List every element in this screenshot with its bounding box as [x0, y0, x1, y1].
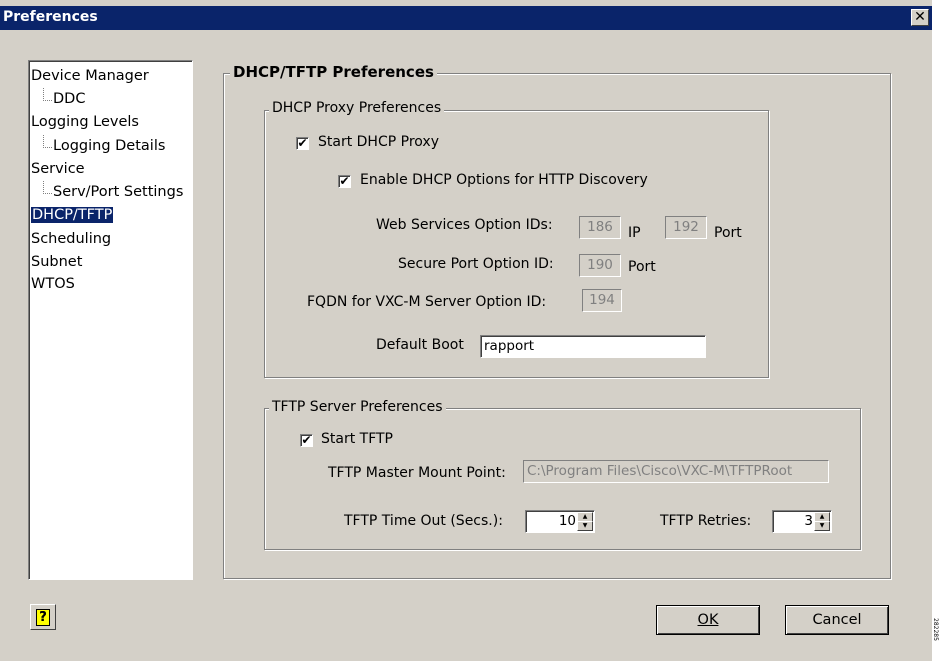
enable-dhcp-options-checkbox[interactable]: ✔ — [338, 175, 351, 188]
ok-button[interactable]: OK — [656, 605, 760, 635]
start-tftp-label: Start TFTP — [321, 431, 394, 447]
port-label: Port — [714, 225, 742, 241]
ok-label: OK — [697, 612, 719, 628]
tree-item-logging-details[interactable]: Logging Details — [31, 135, 165, 157]
figure-id-code: 282285 — [933, 618, 939, 641]
tree-connector — [43, 88, 52, 101]
close-button[interactable]: ✕ — [911, 9, 929, 26]
tree-item-device-manager[interactable]: Device Manager — [31, 65, 149, 87]
preferences-tree[interactable]: Device Manager DDC Logging Levels Loggin… — [28, 60, 193, 580]
fqdn-option-id-label: FQDN for VXC-M Server Option ID: — [307, 294, 547, 310]
tftp-timeout-label: TFTP Time Out (Secs.): — [344, 513, 503, 529]
tree-item-subnet[interactable]: Subnet — [31, 251, 82, 273]
cancel-label: Cancel — [812, 612, 862, 628]
web-services-port-input[interactable]: 192 — [665, 216, 707, 239]
tree-item-serv-port-settings[interactable]: Serv/Port Settings — [31, 181, 183, 203]
start-dhcp-proxy-label: Start DHCP Proxy — [318, 134, 439, 150]
tree-item-scheduling[interactable]: Scheduling — [31, 228, 111, 250]
default-boot-input[interactable]: rapport — [480, 335, 706, 358]
tftp-timeout-spinner[interactable]: 10 ▲ ▼ — [525, 510, 595, 533]
tree-connector — [43, 181, 52, 194]
tftp-retries-label: TFTP Retries: — [660, 513, 752, 529]
window-title: Preferences — [3, 9, 98, 25]
default-boot-label: Default Boot — [376, 337, 464, 353]
tree-item-service[interactable]: Service — [31, 158, 85, 180]
web-services-ip-input[interactable]: 186 — [579, 216, 621, 239]
enable-dhcp-options-label: Enable DHCP Options for HTTP Discovery — [360, 172, 648, 188]
ip-label: IP — [628, 225, 641, 241]
tftp-server-group-title: TFTP Server Preferences — [269, 399, 446, 415]
spin-down-button[interactable]: ▼ — [814, 521, 830, 531]
start-dhcp-proxy-checkbox[interactable]: ✔ — [296, 137, 309, 150]
help-icon: ? — [36, 609, 50, 626]
tree-connector — [43, 135, 52, 148]
tftp-timeout-value: 10 — [558, 513, 576, 529]
tftp-retries-value: 3 — [804, 513, 813, 529]
start-tftp-checkbox[interactable]: ✔ — [300, 434, 313, 447]
tree-item-wtos[interactable]: WTOS — [31, 273, 75, 295]
secure-port-option-id-input[interactable]: 190 — [579, 254, 621, 277]
title-bar[interactable]: Preferences ✕ — [0, 6, 932, 30]
tftp-mount-point-input[interactable]: C:\Program Files\Cisco\VXC-M\TFTPRoot — [523, 460, 829, 483]
tree-item-logging-levels[interactable]: Logging Levels — [31, 111, 139, 133]
tree-item-dhcp-tftp[interactable]: DHCP/TFTP — [31, 204, 114, 226]
spin-down-button[interactable]: ▼ — [577, 521, 593, 531]
preferences-window: Preferences ✕ Device Manager DDC Logging… — [0, 0, 932, 661]
web-services-option-ids-label: Web Services Option IDs: — [376, 217, 553, 233]
panel-title: DHCP/TFTP Preferences — [230, 63, 437, 81]
tree-item-ddc[interactable]: DDC — [31, 88, 85, 110]
tftp-mount-point-label: TFTP Master Mount Point: — [328, 465, 506, 481]
secure-port-option-id-label: Secure Port Option ID: — [398, 256, 554, 272]
help-button[interactable]: ? — [30, 604, 56, 630]
tftp-retries-spinner[interactable]: 3 ▲ ▼ — [772, 510, 832, 533]
cancel-button[interactable]: Cancel — [785, 605, 889, 635]
secure-port-unit-label: Port — [628, 259, 656, 275]
fqdn-option-id-input[interactable]: 194 — [582, 289, 622, 312]
dhcp-proxy-group-title: DHCP Proxy Preferences — [269, 100, 445, 116]
